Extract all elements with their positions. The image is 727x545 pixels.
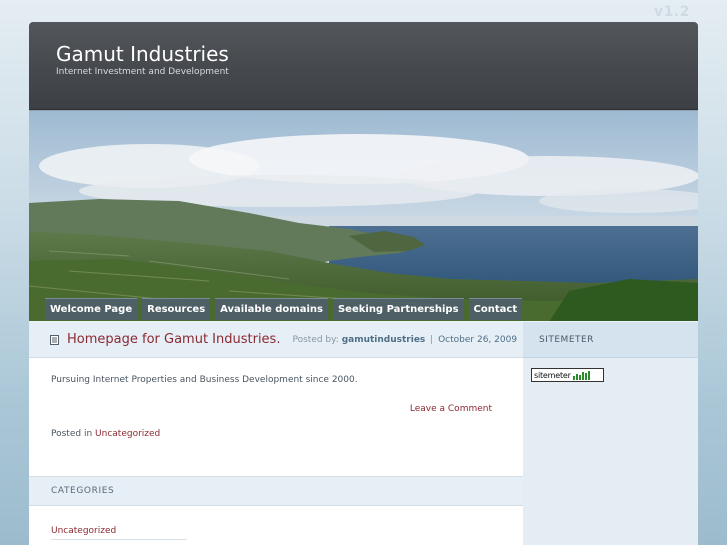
nav-item-available-domains[interactable]: Available domains bbox=[215, 298, 328, 320]
main-content: Homepage for Gamut Industries. Posted by… bbox=[29, 322, 523, 545]
meta-separator: | bbox=[430, 334, 434, 345]
sitemeter-heading: SITEMETER bbox=[523, 322, 698, 358]
nav-item-contact[interactable]: Contact bbox=[468, 298, 523, 320]
post-header: Homepage for Gamut Industries. Posted by… bbox=[29, 322, 523, 358]
post-title-link[interactable]: Homepage for Gamut Industries. bbox=[67, 332, 280, 347]
category-link-uncategorized[interactable]: Uncategorized bbox=[51, 526, 187, 540]
sitemeter-badge[interactable]: sitemeter bbox=[531, 368, 604, 382]
post-text: Pursuing Internet Properties and Busines… bbox=[51, 375, 358, 385]
version-label: v1.2 bbox=[654, 4, 690, 20]
nav-item-resources[interactable]: Resources bbox=[142, 298, 211, 320]
post-body: Pursuing Internet Properties and Busines… bbox=[29, 358, 523, 439]
page-container: Gamut Industries Internet Investment and… bbox=[29, 22, 698, 545]
post-date: October 26, 2009 bbox=[438, 334, 518, 345]
nav-item-welcome-page[interactable]: Welcome Page bbox=[45, 298, 138, 320]
post-meta: Posted by: gamutindustries | October 26,… bbox=[292, 335, 517, 345]
nav-item-seeking-partnerships[interactable]: Seeking Partnerships bbox=[332, 298, 464, 320]
posted-in-label: Posted in bbox=[51, 429, 93, 439]
leave-comment-link[interactable]: Leave a Comment bbox=[51, 404, 501, 414]
sidebar: SITEMETER sitemeter bbox=[523, 322, 698, 545]
site-title[interactable]: Gamut Industries bbox=[56, 42, 698, 66]
site-header: Gamut Industries Internet Investment and… bbox=[29, 22, 698, 110]
post-author-link[interactable]: gamutindustries bbox=[342, 335, 426, 345]
post-category-link[interactable]: Uncategorized bbox=[95, 429, 160, 439]
site-description: Internet Investment and Development bbox=[56, 67, 229, 77]
categories-heading: CATEGORIES bbox=[29, 476, 523, 506]
header-banner-image: Welcome Page Resources Available domains… bbox=[29, 110, 698, 321]
sitemeter-badge-text: sitemeter bbox=[534, 370, 571, 380]
posted-by-label: Posted by: bbox=[292, 334, 339, 345]
sitemeter-bars-icon bbox=[572, 370, 590, 380]
landscape-image bbox=[29, 111, 698, 321]
posted-in: Posted in Uncategorized bbox=[51, 429, 501, 439]
main-navigation: Welcome Page Resources Available domains… bbox=[45, 298, 523, 320]
document-icon bbox=[50, 334, 59, 345]
